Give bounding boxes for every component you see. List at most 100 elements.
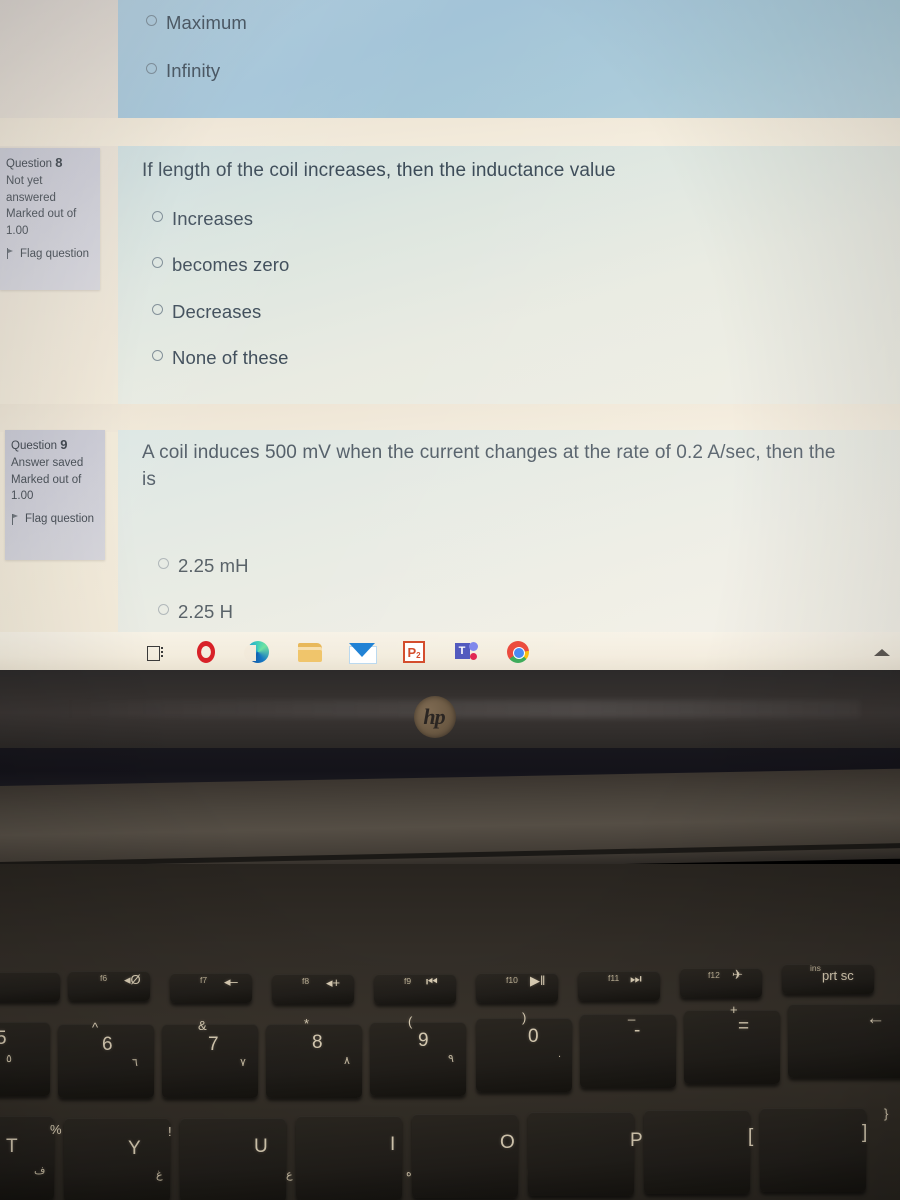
taskbar-item-task-view[interactable] <box>128 632 180 672</box>
question-8-text: If length of the coil increases, then th… <box>142 160 616 181</box>
key-6-shift-label: ^ <box>92 1020 99 1035</box>
question-9-marked-out-of: Marked out of <box>11 473 82 486</box>
key-bracket-left[interactable] <box>644 1110 750 1194</box>
taskbar-item-powerpoint[interactable]: P2 <box>388 632 440 672</box>
key-y-alt-label: غ <box>156 1169 163 1181</box>
key-8-alt-label: ٨ <box>344 1055 350 1067</box>
option-decreases[interactable]: Decreases <box>152 301 261 323</box>
option-2-25-h[interactable]: 2.25 H <box>158 601 233 623</box>
volume-up-icon: ◂+ <box>326 975 341 990</box>
key-t-shift-label: % <box>50 1122 62 1137</box>
taskbar-item-mail[interactable] <box>336 632 388 672</box>
show-hidden-icons-chevron-icon[interactable] <box>874 648 890 656</box>
f6-label: f6 <box>100 973 108 983</box>
taskbar-item-file-explorer[interactable] <box>284 632 336 672</box>
key-7-shift-label: & <box>198 1018 207 1033</box>
mute-icon: ◂Ø <box>124 972 141 987</box>
key-y[interactable] <box>64 1118 170 1200</box>
key-y-label: Y <box>128 1138 141 1159</box>
key-8-shift-label: * <box>304 1016 310 1031</box>
key-6-label: 6 <box>102 1034 113 1055</box>
microsoft-teams-icon <box>454 641 478 663</box>
taskbar-item-opera[interactable] <box>180 632 232 672</box>
key-7-label: 7 <box>208 1034 219 1055</box>
previous-track-key[interactable] <box>374 974 456 1004</box>
question-7-body: Maximum Infinity <box>118 0 900 118</box>
taskbar-item-chrome[interactable] <box>492 632 544 672</box>
question-8-flag-button[interactable]: Flag question <box>6 246 92 263</box>
taskbar-tray[interactable] <box>874 648 890 656</box>
key-p-label: P <box>630 1130 643 1151</box>
key-equals[interactable] <box>684 1010 780 1084</box>
flag-label: Flag question <box>25 512 95 525</box>
key-bracket-right-shift-label: } <box>884 1106 889 1121</box>
function-key-f5[interactable] <box>0 972 60 1002</box>
bezel-sheen <box>60 700 860 718</box>
key-9-label: 9 <box>418 1030 429 1051</box>
volume-up-key[interactable] <box>272 974 354 1004</box>
radio-none-of-these[interactable] <box>152 350 163 361</box>
key-y-shift-label: ! <box>168 1124 172 1139</box>
f7-label: f7 <box>200 975 208 985</box>
option-none-of-these[interactable]: None of these <box>152 347 289 369</box>
f8-label: f8 <box>302 976 310 986</box>
question-8-status: Not yet answered <box>6 174 56 204</box>
question-9-body: A coil induces 500 mV when the current c… <box>118 430 900 640</box>
key-u-alt-label: ع <box>286 1169 293 1181</box>
question-gap-1 <box>0 118 900 146</box>
radio-2-25-h[interactable] <box>158 604 169 615</box>
key-5-label: 5 <box>0 1028 7 1049</box>
flag-icon <box>6 248 15 260</box>
airplane-mode-icon: ✈ <box>732 967 743 982</box>
question-label: Question <box>11 440 58 452</box>
key-i[interactable] <box>296 1116 402 1200</box>
f11-label: f11 <box>608 973 620 983</box>
key-5-alt-label: ٥ <box>6 1053 12 1065</box>
radio-decreases[interactable] <box>152 304 163 315</box>
option-becomes-zero[interactable]: becomes zero <box>152 254 289 276</box>
flag-icon <box>11 513 20 525</box>
radio-increases[interactable] <box>152 211 163 222</box>
key-8-label: 8 <box>312 1032 323 1053</box>
key-p[interactable] <box>528 1112 634 1196</box>
key-9-shift-label: ( <box>408 1014 413 1029</box>
key-6-alt-label: ٦ <box>132 1057 138 1069</box>
key-t[interactable] <box>0 1116 54 1200</box>
volume-down-key[interactable] <box>170 973 252 1003</box>
taskbar-icon-group: P2 <box>128 632 544 672</box>
key-u-label: U <box>254 1136 268 1157</box>
radio-2-25-mh[interactable] <box>158 558 169 569</box>
airplane-mode-key[interactable] <box>680 968 762 998</box>
radio-infinity[interactable] <box>146 63 157 74</box>
laptop-screen: Maximum Infinity Question 8 Not yet answ… <box>0 0 900 672</box>
key-i-alt-label: ه <box>406 1167 412 1179</box>
taskbar-item-teams[interactable] <box>440 632 492 672</box>
question-8-body: If length of the coil increases, then th… <box>118 146 900 404</box>
key-minus-label: - <box>634 1020 641 1041</box>
question-9-flag-button[interactable]: Flag question <box>11 511 97 528</box>
question-9-status: Answer saved <box>11 456 84 469</box>
key-bracket-right[interactable] <box>760 1108 866 1192</box>
prt-sc-label: prt sc <box>822 968 854 983</box>
radio-maximum[interactable] <box>146 15 157 26</box>
option-maximum[interactable]: Maximum <box>146 12 247 34</box>
option-infinity[interactable]: Infinity <box>146 60 220 82</box>
option-2-25-mh[interactable]: 2.25 mH <box>158 555 249 577</box>
question-number: 9 <box>60 437 68 452</box>
key-i-label: I <box>390 1134 396 1155</box>
taskbar-item-edge[interactable] <box>232 632 284 672</box>
key-minus[interactable] <box>580 1014 676 1088</box>
google-chrome-icon <box>507 641 529 663</box>
f10-label: f10 <box>506 975 518 985</box>
file-explorer-icon <box>298 642 322 662</box>
previous-track-icon: ⏮ <box>426 974 438 989</box>
powerpoint-icon: P2 <box>403 641 425 663</box>
key-t-alt-label: ف <box>34 1165 46 1177</box>
key-u[interactable] <box>180 1118 286 1200</box>
option-label: Increases <box>172 208 254 229</box>
ins-label: ins <box>810 963 821 973</box>
key-o[interactable] <box>412 1114 518 1198</box>
key-7-alt-label: ٧ <box>240 1057 246 1069</box>
radio-becomes-zero[interactable] <box>152 257 163 268</box>
option-increases[interactable]: Increases <box>152 208 253 230</box>
